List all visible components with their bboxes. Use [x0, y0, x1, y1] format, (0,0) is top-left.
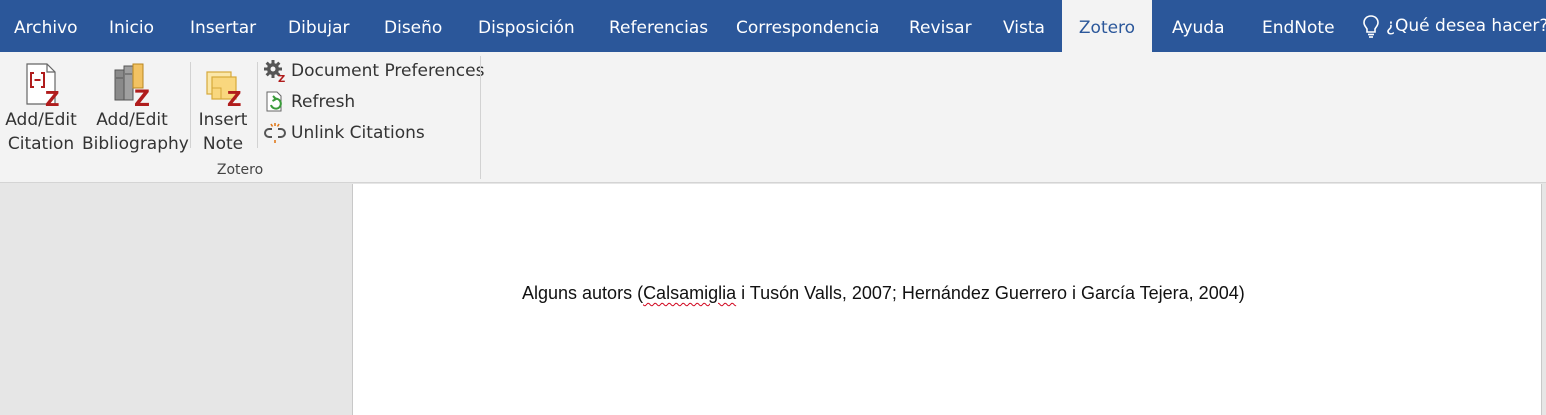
spelling-error-word[interactable]: Calsamiglia [643, 283, 736, 303]
svg-text:Z: Z [227, 87, 242, 108]
insert-note-label-1: Insert [198, 110, 248, 130]
svg-text:Z: Z [278, 74, 285, 83]
tab-correspondencia[interactable]: Correspondencia [736, 0, 879, 52]
tab-dibujar[interactable]: Dibujar [288, 0, 350, 52]
add-edit-citation-button[interactable]: Z Add/Edit Citation [4, 52, 78, 156]
refresh-button[interactable]: Refresh [262, 88, 355, 116]
document-paragraph[interactable]: Alguns autors (Calsamiglia i Tusón Valls… [522, 283, 1245, 304]
tab-archivo[interactable]: Archivo [14, 0, 78, 52]
svg-text:Z: Z [45, 87, 60, 108]
unlink-icon [262, 121, 288, 145]
tab-ayuda[interactable]: Ayuda [1172, 0, 1225, 52]
add-edit-bibliography-label-2: Bibliography [82, 134, 189, 154]
insert-note-label-2: Note [202, 134, 244, 154]
note-icon: Z [206, 71, 242, 108]
unlink-citations-label: Unlink Citations [291, 123, 425, 143]
add-edit-bibliography-label-1: Add/Edit [96, 110, 168, 130]
paragraph-text-start: Alguns autors ( [522, 283, 644, 303]
tell-me-label: ¿Qué desea hacer? [1386, 16, 1546, 36]
document-gutter-left [0, 184, 352, 415]
ribbon-tab-bar: Archivo Inicio Insertar Dibujar Diseño D… [0, 0, 1546, 52]
add-edit-citation-label-2: Citation [7, 134, 75, 154]
ribbon-separator [190, 62, 191, 148]
add-edit-citation-label-1: Add/Edit [5, 110, 77, 130]
lightbulb-icon [1363, 15, 1379, 38]
insert-note-button[interactable]: Z Insert Note [196, 52, 250, 156]
gear-icon: Z [262, 59, 288, 83]
tab-inicio[interactable]: Inicio [109, 0, 154, 52]
refresh-icon [262, 90, 288, 114]
citation-doc-icon: Z [26, 63, 60, 108]
tab-referencias[interactable]: Referencias [609, 0, 708, 52]
document-gutter-right [1542, 184, 1546, 415]
document-preferences-button[interactable]: Z Document Preferences [262, 57, 484, 85]
svg-text:Z: Z [134, 87, 150, 108]
paragraph-text-end: i Tusón Valls, 2007; Hernández Guerrero … [736, 283, 1245, 303]
refresh-label: Refresh [291, 92, 356, 112]
add-edit-bibliography-button[interactable]: Z Add/Edit Bibliography [82, 52, 189, 156]
tab-vista[interactable]: Vista [1003, 0, 1045, 52]
tab-revisar[interactable]: Revisar [909, 0, 972, 52]
tab-diseno[interactable]: Diseño [384, 0, 442, 52]
unlink-citations-button[interactable]: Unlink Citations [262, 119, 425, 147]
ribbon-group-separator [480, 56, 481, 179]
tab-zotero[interactable]: Zotero [1062, 0, 1152, 52]
tab-endnote[interactable]: EndNote [1262, 0, 1335, 52]
tab-disposicion[interactable]: Disposición [478, 0, 575, 52]
ribbon-group-label: Zotero [216, 162, 264, 178]
document-preferences-label: Document Preferences [291, 61, 485, 81]
ribbon-separator [257, 62, 258, 148]
tell-me-search[interactable]: ¿Qué desea hacer? [1362, 0, 1546, 52]
zotero-ribbon: Z Add/Edit Citation Z Add/Edit Bibliogra… [0, 52, 1546, 183]
tab-insertar[interactable]: Insertar [190, 0, 256, 52]
bibliography-books-icon: Z [114, 63, 150, 108]
